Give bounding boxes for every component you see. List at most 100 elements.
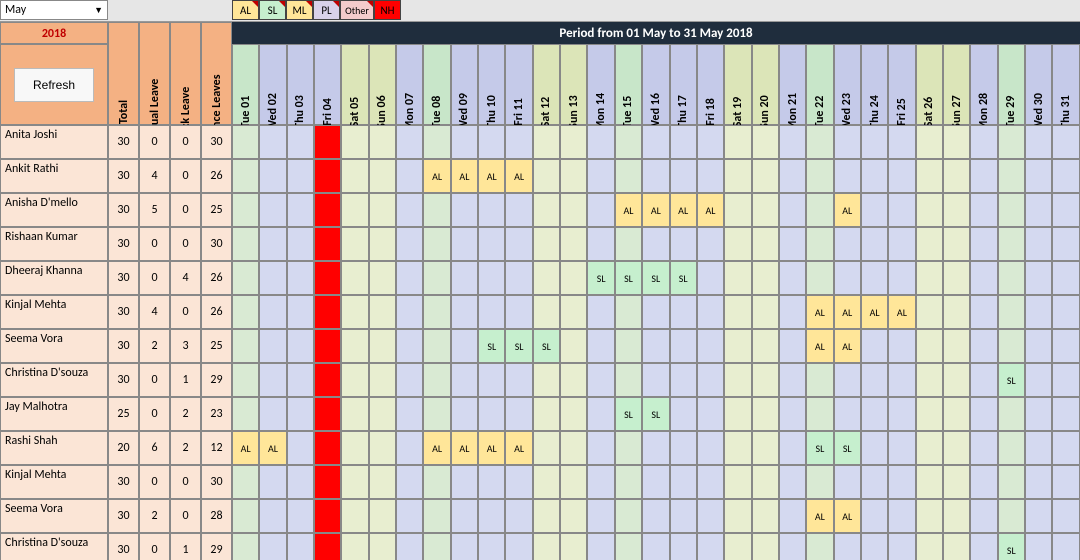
- day-cell[interactable]: [232, 227, 259, 261]
- day-cell[interactable]: [916, 499, 943, 533]
- day-cell[interactable]: [1025, 431, 1052, 465]
- day-cell[interactable]: [888, 261, 915, 295]
- day-cell[interactable]: [505, 261, 532, 295]
- day-cell[interactable]: [998, 193, 1025, 227]
- day-cell[interactable]: [724, 499, 751, 533]
- day-cell[interactable]: [533, 159, 560, 193]
- day-cell[interactable]: [587, 431, 614, 465]
- day-cell[interactable]: [369, 465, 396, 499]
- day-cell[interactable]: [642, 533, 669, 560]
- day-cell[interactable]: [888, 397, 915, 431]
- day-cell[interactable]: [615, 227, 642, 261]
- day-cell[interactable]: [916, 261, 943, 295]
- day-cell[interactable]: [642, 499, 669, 533]
- day-cell[interactable]: [396, 295, 423, 329]
- day-cell[interactable]: [314, 159, 341, 193]
- day-cell[interactable]: [560, 431, 587, 465]
- day-cell[interactable]: [314, 431, 341, 465]
- day-cell[interactable]: [998, 499, 1025, 533]
- day-cell[interactable]: [396, 533, 423, 560]
- day-cell[interactable]: [670, 329, 697, 363]
- day-cell[interactable]: [232, 465, 259, 499]
- day-cell[interactable]: [998, 431, 1025, 465]
- day-cell[interactable]: [752, 261, 779, 295]
- day-cell[interactable]: [560, 465, 587, 499]
- day-cell[interactable]: [560, 533, 587, 560]
- day-cell[interactable]: [1052, 159, 1079, 193]
- day-cell[interactable]: [888, 533, 915, 560]
- day-cell[interactable]: [970, 533, 997, 560]
- day-cell[interactable]: [970, 159, 997, 193]
- day-cell[interactable]: [560, 261, 587, 295]
- day-cell[interactable]: [916, 533, 943, 560]
- refresh-button[interactable]: Refresh: [14, 68, 94, 102]
- day-cell[interactable]: [916, 227, 943, 261]
- day-cell[interactable]: [369, 431, 396, 465]
- day-cell[interactable]: [1025, 295, 1052, 329]
- day-cell[interactable]: AL: [451, 159, 478, 193]
- day-cell[interactable]: [259, 465, 286, 499]
- day-cell[interactable]: [697, 533, 724, 560]
- day-cell[interactable]: [423, 465, 450, 499]
- day-cell[interactable]: [1052, 465, 1079, 499]
- day-cell[interactable]: [314, 295, 341, 329]
- day-cell[interactable]: [533, 431, 560, 465]
- day-cell[interactable]: [314, 533, 341, 560]
- day-cell[interactable]: [505, 533, 532, 560]
- day-cell[interactable]: [232, 193, 259, 227]
- day-cell[interactable]: [888, 431, 915, 465]
- day-cell[interactable]: [560, 329, 587, 363]
- day-cell[interactable]: [587, 159, 614, 193]
- day-cell[interactable]: [396, 227, 423, 261]
- day-cell[interactable]: [670, 125, 697, 159]
- day-cell[interactable]: [314, 499, 341, 533]
- day-cell[interactable]: [451, 533, 478, 560]
- day-cell[interactable]: AL: [670, 193, 697, 227]
- day-cell[interactable]: [670, 227, 697, 261]
- day-cell[interactable]: [478, 193, 505, 227]
- day-cell[interactable]: [888, 125, 915, 159]
- day-cell[interactable]: [341, 533, 368, 560]
- day-cell[interactable]: [724, 533, 751, 560]
- day-cell[interactable]: [314, 363, 341, 397]
- day-cell[interactable]: [970, 363, 997, 397]
- day-cell[interactable]: [861, 465, 888, 499]
- day-cell[interactable]: [314, 227, 341, 261]
- day-cell[interactable]: [451, 363, 478, 397]
- day-cell[interactable]: [752, 499, 779, 533]
- day-cell[interactable]: [1052, 397, 1079, 431]
- day-cell[interactable]: [888, 227, 915, 261]
- day-cell[interactable]: [423, 329, 450, 363]
- day-cell[interactable]: [752, 329, 779, 363]
- day-cell[interactable]: [724, 363, 751, 397]
- day-cell[interactable]: AL: [505, 431, 532, 465]
- day-cell[interactable]: [834, 533, 861, 560]
- day-cell[interactable]: [259, 295, 286, 329]
- day-cell[interactable]: [1025, 227, 1052, 261]
- day-cell[interactable]: AL: [423, 431, 450, 465]
- day-cell[interactable]: [1052, 533, 1079, 560]
- day-cell[interactable]: [697, 363, 724, 397]
- day-cell[interactable]: [1025, 261, 1052, 295]
- day-cell[interactable]: [806, 465, 833, 499]
- day-cell[interactable]: [259, 261, 286, 295]
- day-cell[interactable]: [396, 125, 423, 159]
- day-cell[interactable]: [423, 363, 450, 397]
- day-cell[interactable]: [369, 363, 396, 397]
- day-cell[interactable]: [670, 363, 697, 397]
- day-cell[interactable]: [697, 159, 724, 193]
- day-cell[interactable]: [369, 329, 396, 363]
- day-cell[interactable]: [505, 295, 532, 329]
- day-cell[interactable]: [752, 193, 779, 227]
- day-cell[interactable]: [970, 125, 997, 159]
- day-cell[interactable]: [943, 261, 970, 295]
- day-cell[interactable]: [478, 397, 505, 431]
- day-cell[interactable]: [834, 227, 861, 261]
- day-cell[interactable]: [779, 397, 806, 431]
- day-cell[interactable]: SL: [533, 329, 560, 363]
- day-cell[interactable]: [861, 159, 888, 193]
- day-cell[interactable]: SL: [642, 397, 669, 431]
- day-cell[interactable]: [259, 227, 286, 261]
- day-cell[interactable]: [369, 159, 396, 193]
- day-cell[interactable]: [642, 125, 669, 159]
